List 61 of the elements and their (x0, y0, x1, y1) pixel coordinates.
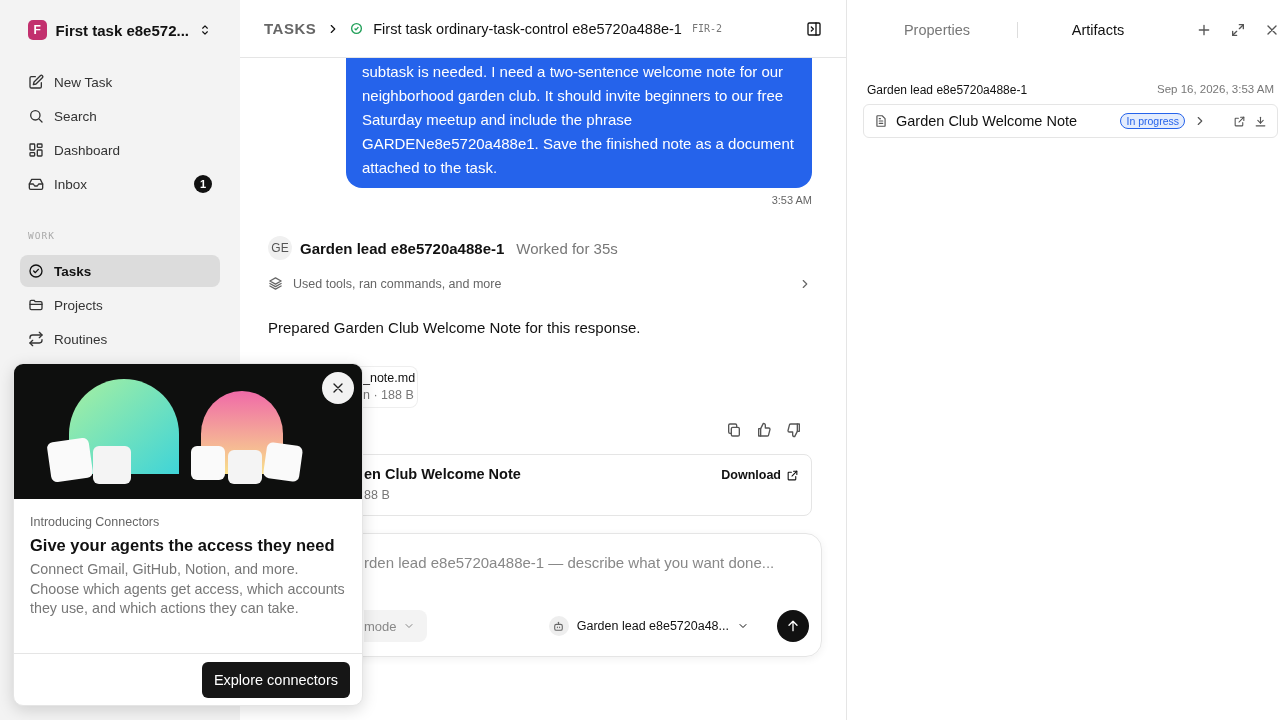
popup-eyebrow: Introducing Connectors (30, 515, 161, 529)
agent-name: Garden lead e8e5720a488e-1 (300, 239, 505, 257)
inbox-icon (28, 176, 44, 192)
nav-item[interactable]: Routines (20, 323, 220, 355)
nav-item[interactable]: Projects (20, 289, 220, 321)
repeat-icon (28, 331, 44, 347)
nav-item[interactable]: New Task (20, 66, 220, 98)
nav-item[interactable]: Tasks (20, 255, 220, 287)
task-title: First task ordinary-task-control e8e5720a488e-1 (373, 20, 682, 37)
expand-button[interactable] (1230, 22, 1246, 38)
artifact-author: Garden lead e8e5720a488e-1 (867, 83, 1028, 97)
agent-avatar: GE (268, 236, 292, 260)
plus-icon (1196, 22, 1212, 38)
workspace-name[interactable]: First task e8e572... (55, 21, 189, 39)
panel-tab[interactable]: Properties (857, 15, 1017, 45)
document-size: 88 B (364, 488, 391, 502)
count-badge: 1 (194, 175, 212, 193)
message-time: 3:53 AM (771, 194, 812, 206)
response-text: Prepared Garden Club Welcome Note for this response. (268, 319, 642, 336)
explore-connectors-button[interactable]: Explore connectors (201, 662, 350, 698)
expand-icon (1230, 22, 1246, 38)
message-input[interactable]: rden lead e8e5720a488e-1 — describe what you want done... (364, 554, 809, 571)
grid-icon (28, 142, 44, 158)
nav-item[interactable]: Dashboard (20, 134, 220, 166)
breadcrumb-link[interactable]: TASKS (264, 20, 317, 37)
external-link-icon (1233, 114, 1246, 128)
work-duration: Worked for 35s (516, 239, 618, 257)
panel-tab[interactable]: Artifacts (1018, 15, 1178, 45)
thumbs-down-icon (786, 422, 802, 438)
document-icon (874, 114, 888, 128)
edit-icon (28, 74, 44, 90)
document-title: en Club Welcome Note (364, 466, 522, 482)
layers-icon (268, 276, 283, 291)
external-link-icon (786, 468, 799, 482)
arrow-up-icon (785, 618, 801, 634)
artifact-date: Sep 16, 2026, 3:53 AM (1157, 83, 1274, 97)
agent-picker[interactable]: Garden lead e8e5720a48... (542, 612, 755, 640)
tools-summary[interactable]: Used tools, ran commands, and more (293, 276, 788, 291)
artifact-title: Garden Club Welcome Note (896, 113, 1079, 129)
download-link[interactable]: Download (721, 466, 799, 484)
section-label: WORK (28, 230, 56, 241)
check-circle-icon (350, 22, 364, 35)
status-badge: In progress (1120, 113, 1185, 129)
panel-toggle-icon (806, 20, 822, 37)
search-icon (28, 108, 44, 124)
send-button[interactable] (777, 610, 809, 642)
workspace-logo: F (28, 20, 47, 40)
add-button[interactable] (1196, 22, 1212, 38)
check-circle-icon (28, 263, 44, 279)
robot-icon (552, 619, 566, 633)
download-icon (1254, 114, 1267, 128)
nav-item[interactable]: Search (20, 100, 220, 132)
popup-title: Give your agents the access they need (30, 536, 336, 555)
user-message: subtask is needed. I need a two-sentence welcome note for our neighborhood garden club. It should invite beginners to our free Saturday meetup and include the phrase GARDENe8e5720a488e1. Save the finished note as a document attached to the task. (346, 58, 812, 188)
task-key: FIR-2 (691, 23, 723, 34)
artifact-card[interactable]: Garden Club Welcome Note In progress (863, 104, 1278, 138)
copy-icon (726, 422, 742, 438)
popup-description: Connect Gmail, GitHub, Notion, and more. Choose which agents get access, which accounts they use, and which actions they can take. (30, 560, 346, 618)
nav-item[interactable]: Inbox 1 (20, 168, 220, 200)
folder-icon (28, 297, 44, 313)
thumbs-up-icon (756, 422, 772, 438)
